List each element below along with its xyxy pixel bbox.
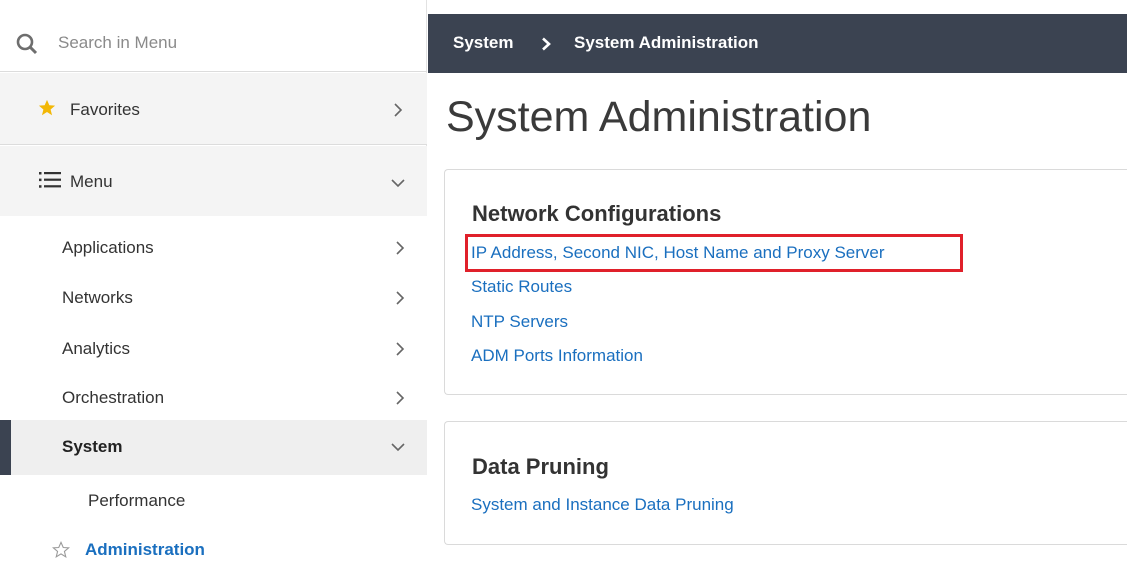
sidebar-item-label: System (62, 437, 123, 456)
sidebar-item-label: Networks (62, 288, 133, 307)
chevron-right-icon (396, 241, 405, 255)
hamburger-icon (39, 172, 61, 188)
highlight-box (465, 234, 963, 272)
breadcrumb-parent[interactable]: System (453, 33, 513, 53)
chevron-right-icon (394, 103, 403, 117)
menu-search (0, 14, 427, 72)
search-icon (16, 33, 38, 55)
link-ntp-servers[interactable]: NTP Servers (471, 312, 568, 332)
search-input[interactable] (58, 30, 398, 56)
sidebar-item-orchestration[interactable]: Orchestration (0, 374, 427, 424)
sidebar-item-label: Applications (62, 238, 154, 257)
sidebar-item-favorites[interactable]: Favorites (0, 73, 427, 145)
active-indicator (0, 420, 11, 475)
sidebar-item-analytics[interactable]: Analytics (0, 325, 427, 375)
section-title: Data Pruning (472, 454, 609, 479)
sidebar-subitem-performance[interactable]: Performance (88, 491, 185, 511)
star-outline-icon[interactable] (52, 541, 70, 559)
sidebar: Favorites Menu Applications Networks (0, 0, 427, 564)
link-static-routes[interactable]: Static Routes (471, 277, 572, 297)
chevron-down-icon (391, 179, 405, 188)
menu-label: Menu (70, 172, 113, 191)
page-title: System Administration (446, 93, 872, 141)
sidebar-item-menu[interactable]: Menu (0, 146, 427, 216)
breadcrumb-current: System Administration (574, 33, 759, 52)
star-icon (38, 99, 56, 116)
link-adm-ports[interactable]: ADM Ports Information (471, 346, 643, 366)
section-title: Network Configurations (472, 201, 722, 226)
sidebar-subitem-administration[interactable]: Administration (85, 540, 205, 560)
chevron-right-icon (396, 391, 405, 405)
sidebar-item-label: Orchestration (62, 388, 165, 407)
chevron-right-icon (542, 37, 551, 51)
chevron-down-icon (391, 443, 405, 452)
sidebar-item-networks[interactable]: Networks (0, 274, 427, 324)
breadcrumb-bar (428, 14, 1127, 73)
favorites-label: Favorites (70, 100, 140, 119)
sidebar-item-applications[interactable]: Applications (0, 224, 427, 274)
chevron-right-icon (396, 291, 405, 305)
sidebar-item-system[interactable]: System (0, 420, 427, 475)
link-data-pruning[interactable]: System and Instance Data Pruning (471, 495, 734, 515)
sidebar-item-label: Analytics (62, 339, 131, 358)
menu-list: Applications Networks Analytics Orchestr… (0, 216, 427, 564)
data-pruning-card (444, 421, 1127, 545)
chevron-right-icon (396, 342, 405, 356)
